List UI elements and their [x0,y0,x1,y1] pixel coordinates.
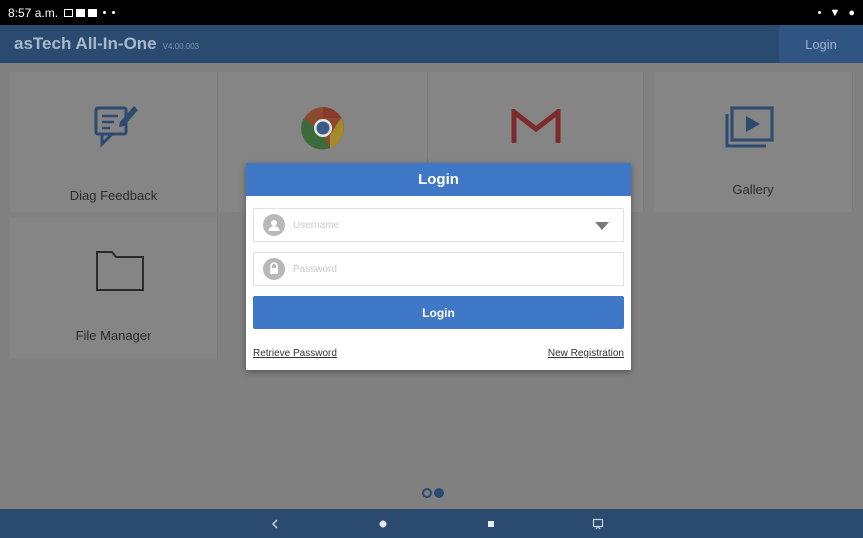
login-button[interactable]: Login [253,296,624,329]
folder-icon [96,251,144,291]
new-registration-link[interactable]: New Registration [548,348,624,359]
tile-file-manager[interactable]: File Manager [10,218,218,358]
app-title: asTech All-In-One [14,34,157,53]
gallery-icon [725,106,774,148]
username-field[interactable]: Username [253,208,624,242]
home-button[interactable] [368,509,398,538]
home-icon [379,520,387,527]
chrome-icon [301,107,344,150]
page-dot[interactable] [422,488,432,498]
tile-gallery[interactable]: Gallery [654,72,853,212]
page-indicator [422,488,444,498]
lock-icon [263,258,285,280]
battery-icon: ● [848,6,855,19]
bluetooth-status-icon: • [817,6,822,19]
gmail-icon [511,109,561,143]
username-placeholder: Username [293,219,340,231]
login-dialog: Login Username Password Login Retrieve P… [246,163,631,370]
tile-diag-feedback[interactable]: Diag Feedback [10,72,218,212]
status-time: 8:57 a.m. [8,5,59,20]
tile-label: Gallery [732,182,774,197]
back-button[interactable] [260,509,290,538]
more-dot-icon [112,11,116,14]
notification-square-icon [76,8,86,17]
message-icon [64,8,74,17]
feedback-icon [94,106,138,148]
system-nav-bar [0,509,863,538]
recents-button[interactable] [476,509,506,538]
recents-icon [488,520,494,527]
page-dot-active[interactable] [434,488,444,498]
wifi-icon: ▼ [829,6,841,19]
user-icon [263,214,285,236]
bluetooth-icon [103,11,107,14]
tile-label: Diag Feedback [69,188,158,203]
screenshot-icon [592,518,604,529]
tile-label: File Manager [75,328,152,343]
dialog-title: Login [246,163,631,196]
app-bar: asTech All-In-One V4.00.003 Login [0,25,863,63]
password-placeholder: Password [293,263,337,275]
password-field[interactable]: Password [253,252,624,286]
notification-icons [64,8,116,17]
status-bar: 8:57 a.m. • ▼ ● [0,0,863,25]
app-version: V4.00.003 [162,42,200,51]
app-bar-login-button[interactable]: Login [779,25,863,63]
dropdown-arrow-icon[interactable] [595,222,609,230]
back-icon [271,518,278,529]
retrieve-password-link[interactable]: Retrieve Password [253,348,337,359]
notification-square-icon [88,8,98,17]
screenshot-button[interactable] [583,509,613,538]
